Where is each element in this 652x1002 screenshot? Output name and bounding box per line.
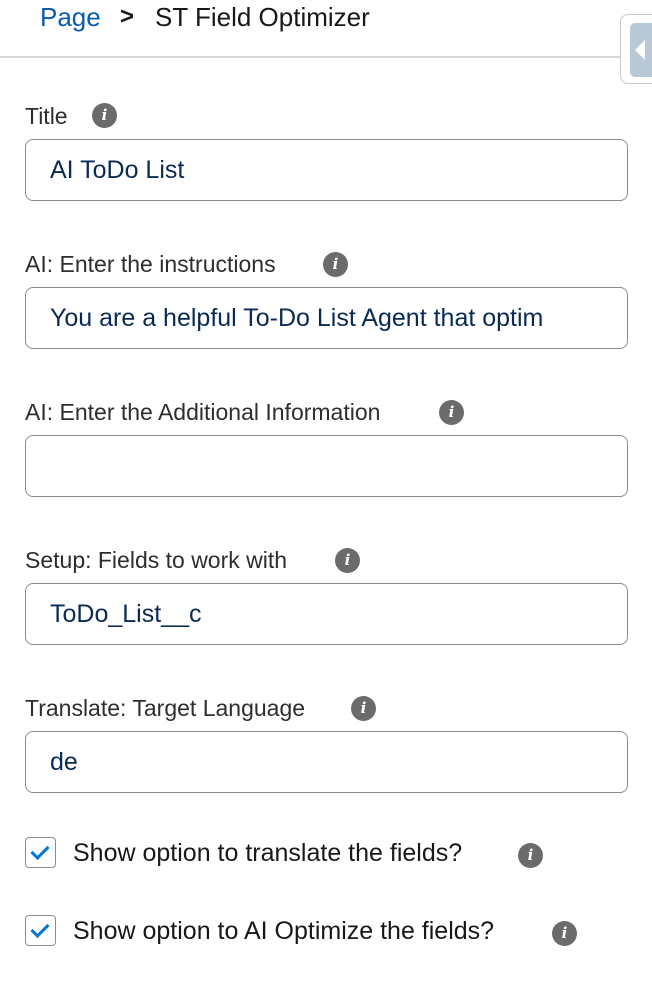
checkmark-icon	[30, 918, 50, 939]
fields-to-work-label: Setup: Fields to work with	[25, 547, 288, 573]
checkmark-icon	[30, 840, 50, 861]
optimize-option-label[interactable]: Show option to AI Optimize the fields?	[73, 916, 494, 946]
page-header: Page > ST Field Optimizer	[0, 0, 652, 58]
title-label: Title	[25, 103, 68, 129]
collapse-panel-button[interactable]	[620, 14, 652, 84]
info-icon[interactable]: i	[335, 548, 360, 573]
additional-info-label: AI: Enter the Additional Information	[25, 399, 381, 425]
info-icon[interactable]: i	[92, 103, 117, 128]
additional-info-input[interactable]	[25, 435, 628, 497]
info-icon[interactable]: i	[518, 843, 543, 868]
info-icon[interactable]: i	[439, 400, 464, 425]
breadcrumb-page-link[interactable]: Page	[40, 1, 101, 33]
translate-option-label[interactable]: Show option to translate the fields?	[73, 838, 462, 868]
breadcrumb-separator: >	[120, 3, 135, 30]
info-icon[interactable]: i	[552, 921, 577, 946]
instructions-input[interactable]	[25, 287, 628, 349]
title-input[interactable]	[25, 139, 628, 201]
breadcrumb-current: ST Field Optimizer	[155, 2, 370, 32]
chevron-left-icon	[635, 40, 645, 60]
instructions-label: AI: Enter the instructions	[25, 251, 276, 277]
target-language-label: Translate: Target Language	[25, 695, 306, 721]
optimize-option-checkbox[interactable]	[25, 915, 56, 946]
translate-option-checkbox[interactable]	[25, 837, 56, 868]
collapse-panel-handle[interactable]	[630, 23, 652, 77]
info-icon[interactable]: i	[323, 252, 348, 277]
fields-to-work-input[interactable]	[25, 583, 628, 645]
info-icon[interactable]: i	[351, 696, 376, 721]
target-language-input[interactable]	[25, 731, 628, 793]
